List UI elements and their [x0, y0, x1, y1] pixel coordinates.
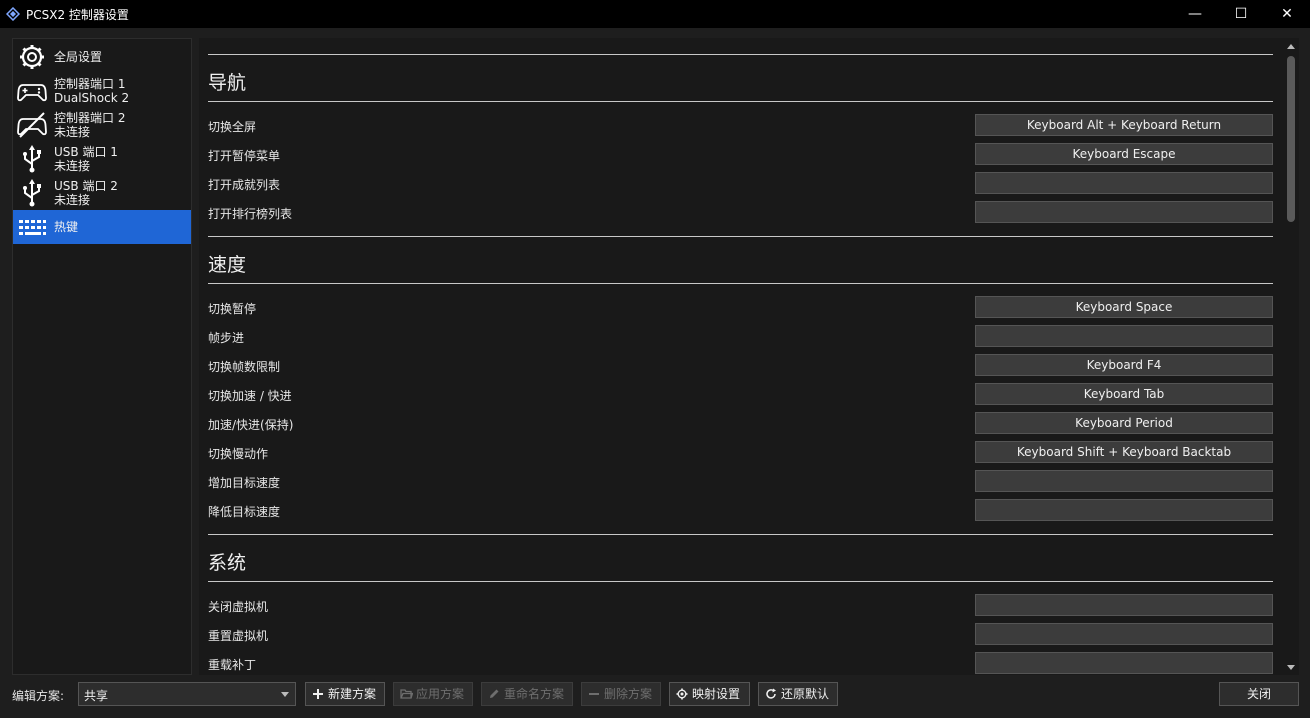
button-label: 删除方案: [604, 687, 653, 701]
hotkey-label: 重置虚拟机: [208, 629, 269, 643]
hotkey-label: 打开排行榜列表: [208, 207, 293, 221]
hotkey-label: 增加目标速度: [208, 476, 281, 490]
restore-defaults-button[interactable]: 还原默认: [758, 682, 838, 706]
sidebar-item-label: USB 端口 1: [54, 145, 118, 159]
hotkey-panel: 导航 切换全屏 Keyboard Alt + Keyboard Return 打…: [199, 38, 1299, 675]
apply-profile-button[interactable]: 应用方案: [393, 682, 473, 706]
sidebar-item-usb-port-1[interactable]: USB 端口 1 未连接: [13, 142, 191, 176]
folder-open-icon: [400, 689, 413, 699]
divider: [208, 236, 1273, 237]
button-label: 映射设置: [692, 687, 741, 701]
hotkey-binding-button[interactable]: [975, 594, 1273, 616]
hotkey-label: 切换全屏: [208, 120, 257, 134]
divider: [208, 283, 1273, 284]
hotkey-label: 切换加速 / 快进: [208, 389, 292, 403]
button-label: 应用方案: [416, 687, 465, 701]
profile-select-value: 共享: [84, 689, 109, 703]
rename-profile-button[interactable]: 重命名方案: [481, 682, 573, 706]
usb-icon: [23, 179, 41, 207]
sidebar-item-sublabel: DualShock 2: [54, 91, 130, 105]
divider: [208, 534, 1273, 535]
sidebar-item-controller-port-1[interactable]: 控制器端口 1 DualShock 2: [13, 74, 191, 108]
hotkey-binding-button[interactable]: Keyboard Shift + Keyboard Backtab: [975, 441, 1273, 463]
scrollbar-thumb[interactable]: [1287, 56, 1295, 222]
hotkey-binding-button[interactable]: [975, 172, 1273, 194]
sidebar-item-label: 控制器端口 1: [54, 77, 126, 91]
delete-profile-button[interactable]: 删除方案: [581, 682, 661, 706]
hotkey-label: 加速/快进(保持): [208, 418, 294, 432]
hotkey-label: 关闭虚拟机: [208, 600, 269, 614]
sidebar-item-global-settings[interactable]: 全局设置: [13, 40, 191, 74]
minus-icon: [589, 693, 599, 695]
scroll-up-arrow-icon[interactable]: [1287, 44, 1295, 49]
hotkey-label: 打开暂停菜单: [208, 149, 281, 163]
sidebar-item-controller-port-2[interactable]: 控制器端口 2 未连接: [13, 108, 191, 142]
section-title-system: 系统: [208, 552, 247, 574]
hotkey-label: 帧步进: [208, 331, 245, 345]
hotkey-binding-button[interactable]: [975, 325, 1273, 347]
sidebar-item-sublabel: 未连接: [54, 125, 91, 139]
pcsx2-logo-icon: [6, 7, 20, 21]
sidebar-item-usb-port-2[interactable]: USB 端口 2 未连接: [13, 176, 191, 210]
window-title: PCSX2 控制器设置: [26, 8, 129, 22]
sidebar-item-label: USB 端口 2: [54, 179, 118, 193]
scroll-down-arrow-icon[interactable]: [1287, 665, 1295, 670]
vertical-scrollbar[interactable]: [1283, 38, 1299, 675]
sidebar-item-label: 热键: [54, 220, 79, 234]
profile-select[interactable]: 共享: [78, 682, 296, 706]
profile-label: 编辑方案:: [12, 689, 65, 703]
chevron-down-icon: [281, 692, 289, 697]
section-title-navigation: 导航: [208, 72, 247, 94]
hotkey-label: 切换帧数限制: [208, 360, 281, 374]
hotkey-binding-button[interactable]: Keyboard Escape: [975, 143, 1273, 165]
sidebar-item-hotkeys[interactable]: 热键: [13, 210, 191, 244]
hotkey-label: 切换慢动作: [208, 447, 269, 461]
hotkey-binding-button[interactable]: [975, 470, 1273, 492]
plus-icon: [313, 689, 323, 699]
hotkey-binding-button[interactable]: Keyboard Tab: [975, 383, 1273, 405]
title-bar: PCSX2 控制器设置 — ☐ ✕: [0, 0, 1310, 28]
sidebar-item-sublabel: 未连接: [54, 193, 91, 207]
hotkey-binding-button[interactable]: Keyboard Alt + Keyboard Return: [975, 114, 1273, 136]
hotkey-binding-button[interactable]: [975, 652, 1273, 674]
gear-icon: [20, 45, 44, 69]
gamepad-icon: [17, 84, 47, 102]
maximize-button[interactable]: ☐: [1218, 0, 1264, 28]
sidebar-item-label: 控制器端口 2: [54, 111, 126, 125]
button-label: 重命名方案: [504, 687, 565, 701]
pencil-icon: [490, 689, 499, 698]
close-button[interactable]: 关闭: [1219, 682, 1299, 706]
hotkey-binding-button[interactable]: Keyboard F4: [975, 354, 1273, 376]
divider: [208, 101, 1273, 102]
hotkey-label: 重载补丁: [208, 658, 257, 672]
button-label: 新建方案: [328, 687, 377, 701]
divider: [208, 581, 1273, 582]
mapping-settings-button[interactable]: 映射设置: [669, 682, 750, 706]
hotkey-binding-button[interactable]: Keyboard Period: [975, 412, 1273, 434]
sidebar-item-label: 全局设置: [54, 50, 103, 64]
hotkey-binding-button[interactable]: [975, 499, 1273, 521]
divider: [208, 54, 1273, 55]
hotkey-binding-button[interactable]: [975, 623, 1273, 645]
sidebar-item-sublabel: 未连接: [54, 159, 91, 173]
gamepad-disconnected-icon: [17, 112, 47, 138]
hotkey-label: 打开成就列表: [208, 178, 281, 192]
button-label: 还原默认: [781, 687, 830, 701]
minimize-button[interactable]: —: [1172, 0, 1218, 28]
close-window-button[interactable]: ✕: [1264, 0, 1310, 28]
section-title-speed: 速度: [208, 254, 247, 276]
hotkey-binding-button[interactable]: Keyboard Space: [975, 296, 1273, 318]
new-profile-button[interactable]: 新建方案: [305, 682, 385, 706]
hotkey-label: 降低目标速度: [208, 505, 281, 519]
usb-icon: [23, 145, 41, 173]
hotkey-label: 切换暂停: [208, 302, 257, 316]
keyboard-icon: [19, 220, 46, 235]
gear-icon: [676, 688, 688, 700]
sidebar: 全局设置 控制器端口 1 DualShock 2 控制器端口 2 未连接 USB…: [12, 38, 192, 675]
refresh-icon: [766, 688, 776, 699]
hotkey-binding-button[interactable]: [975, 201, 1273, 223]
